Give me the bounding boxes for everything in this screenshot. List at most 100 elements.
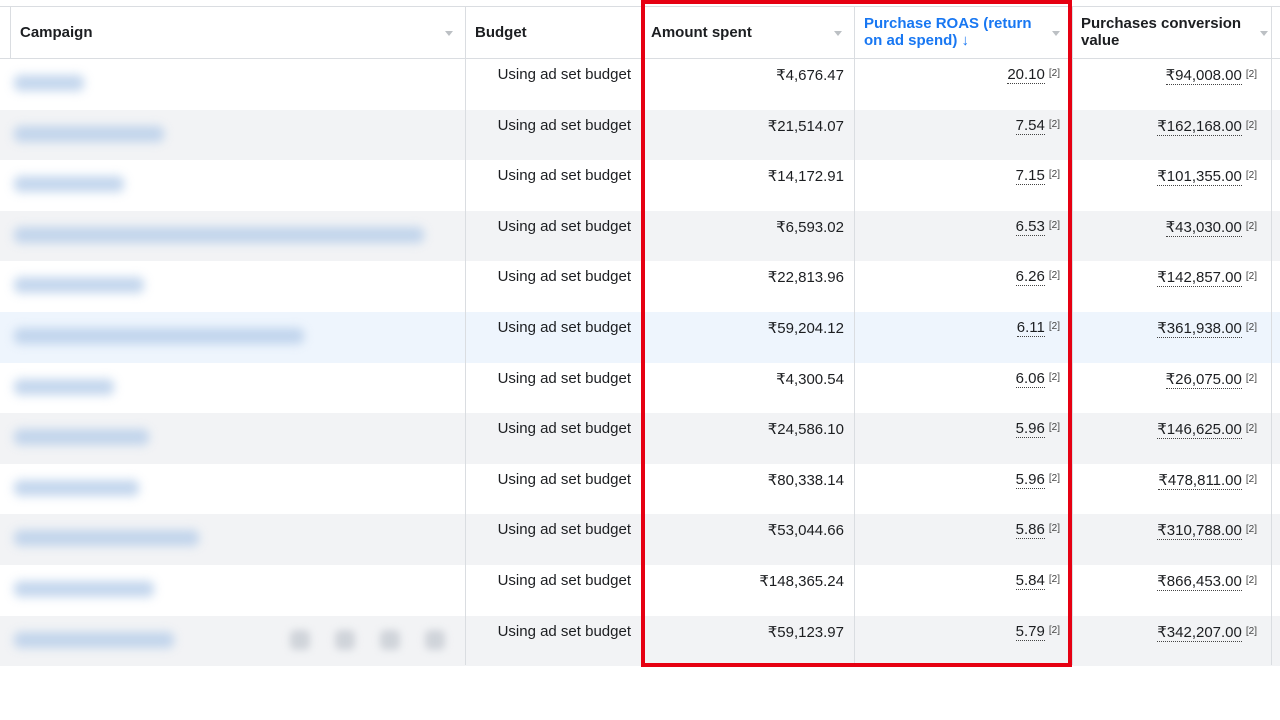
footnote-marker[interactable]: [2] [1049, 270, 1060, 281]
amount-spent-cell: ₹59,204.12 [767, 319, 844, 337]
campaign-name-redacted[interactable] [14, 277, 144, 294]
table-row[interactable]: Using ad set budget ₹59,204.12 6.11 [2] ₹361… [0, 311, 1280, 363]
amount-spent-cell: ₹22,813.96 [767, 269, 844, 287]
budget-cell: Using ad set budget [497, 470, 631, 488]
footnote-marker[interactable]: [2] [1246, 170, 1257, 181]
campaign-name-redacted[interactable] [14, 631, 174, 648]
footnote-marker[interactable]: [2] [1246, 373, 1257, 384]
table-row[interactable]: Using ad set budget ₹59,123.97 5.79 [2] ₹342… [0, 615, 1280, 667]
conversion-value[interactable]: ₹26,075.00 [1165, 370, 1242, 389]
footnote-marker[interactable]: [2] [1049, 473, 1060, 484]
campaign-name-redacted[interactable] [14, 327, 304, 344]
conversion-value[interactable]: ₹146,625.00 [1157, 421, 1242, 440]
row-action-icon[interactable] [425, 629, 445, 650]
table-row[interactable]: Using ad set budget ₹53,044.66 5.86 [2] ₹310… [0, 514, 1280, 565]
roas-value[interactable]: 5.96 [1015, 420, 1045, 439]
roas-value[interactable]: 6.26 [1015, 268, 1045, 287]
purchase-roas-cell: 6.53 [2] [854, 211, 1072, 261]
footnote-marker[interactable]: [2] [1049, 220, 1060, 231]
conversion-value[interactable]: ₹342,207.00 [1157, 623, 1242, 642]
column-header-campaign[interactable]: Campaign [10, 7, 465, 58]
roas-value[interactable]: 5.79 [1015, 622, 1045, 641]
roas-value[interactable]: 5.96 [1015, 470, 1045, 489]
footnote-marker[interactable]: [2] [1246, 626, 1257, 637]
row-action-icon[interactable] [290, 629, 310, 650]
table-body: Using ad set budget ₹4,676.47 20.10 [2] ₹94,… [0, 59, 1280, 667]
sort-caret-icon[interactable] [834, 31, 842, 36]
column-header-amount-spent[interactable]: Amount spent [641, 7, 854, 58]
footnote-marker[interactable]: [2] [1049, 119, 1060, 130]
footnote-marker[interactable]: [2] [1049, 625, 1060, 636]
roas-value[interactable]: 6.53 [1015, 217, 1045, 236]
conversion-value[interactable]: ₹162,168.00 [1157, 117, 1242, 136]
footnote-marker[interactable]: [2] [1246, 322, 1257, 333]
footnote-marker[interactable]: [2] [1246, 69, 1257, 80]
purchases-conversion-value-cell: ₹342,207.00 [2] [1072, 616, 1271, 666]
conversion-value[interactable]: ₹310,788.00 [1157, 522, 1242, 541]
footnote-marker[interactable]: [2] [1049, 574, 1060, 585]
campaign-name-redacted[interactable] [14, 479, 139, 496]
footnote-marker[interactable]: [2] [1049, 169, 1060, 180]
footnote-marker[interactable]: [2] [1246, 120, 1257, 131]
row-action-icon[interactable] [380, 629, 400, 650]
roas-value[interactable]: 7.54 [1015, 116, 1045, 135]
campaign-name-redacted[interactable] [14, 580, 154, 597]
budget-cell: Using ad set budget [497, 217, 631, 235]
roas-value[interactable]: 6.06 [1015, 369, 1045, 388]
table-row[interactable]: Using ad set budget ₹21,514.07 7.54 [2] ₹162… [0, 109, 1280, 161]
column-header-label: Campaign [20, 24, 93, 41]
roas-value[interactable]: 20.10 [1007, 66, 1045, 84]
footnote-marker[interactable]: [2] [1246, 423, 1257, 434]
campaign-name-redacted[interactable] [14, 530, 199, 547]
footnote-marker[interactable]: [2] [1049, 372, 1060, 383]
conversion-value[interactable]: ₹101,355.00 [1157, 168, 1242, 187]
column-header-purchase-roas[interactable]: Purchase ROAS (return on ad spend) ↓ [854, 7, 1072, 58]
footnote-marker[interactable]: [2] [1049, 422, 1060, 433]
roas-value[interactable]: 7.15 [1015, 167, 1045, 186]
campaign-name-redacted[interactable] [14, 226, 424, 243]
table-header: Campaign Budget Amount spent Purchase RO… [0, 6, 1280, 59]
table-row[interactable]: Using ad set budget ₹4,300.54 6.06 [2] ₹26,0… [0, 363, 1280, 414]
purchase-roas-cell: 7.15 [2] [854, 160, 1072, 210]
header-line: Purchases conversion [1081, 15, 1242, 32]
column-header-purchases-conversion-value[interactable]: Purchases conversion value [1072, 7, 1280, 58]
footnote-marker[interactable]: [2] [1246, 474, 1257, 485]
table-row[interactable]: Using ad set budget ₹22,813.96 6.26 [2] ₹142… [0, 261, 1280, 312]
footnote-marker[interactable]: [2] [1246, 271, 1257, 282]
table-row[interactable]: Using ad set budget ₹80,338.14 5.96 [2] ₹478… [0, 464, 1280, 515]
table-row[interactable]: Using ad set budget ₹24,586.10 5.96 [2] ₹146… [0, 413, 1280, 464]
campaign-name-redacted[interactable] [14, 378, 114, 395]
footnote-marker[interactable]: [2] [1049, 68, 1060, 79]
roas-value[interactable]: 5.84 [1015, 571, 1045, 590]
conversion-value[interactable]: ₹478,811.00 [1158, 471, 1242, 490]
table-row[interactable]: Using ad set budget ₹148,365.24 5.84 [2] ₹86… [0, 565, 1280, 616]
conversion-value[interactable]: ₹94,008.00 [1165, 67, 1242, 85]
column-header-budget[interactable]: Budget [465, 7, 641, 58]
table-row[interactable]: Using ad set budget ₹14,172.91 7.15 [2] ₹101… [0, 160, 1280, 211]
campaign-name-redacted[interactable] [14, 176, 124, 193]
conversion-value[interactable]: ₹43,030.00 [1165, 218, 1242, 237]
footnote-marker[interactable]: [2] [1049, 321, 1060, 332]
footnote-marker[interactable]: [2] [1049, 523, 1060, 534]
roas-value[interactable]: 5.86 [1015, 521, 1045, 540]
sort-caret-icon[interactable] [445, 31, 453, 36]
sort-caret-icon[interactable] [1052, 31, 1060, 36]
roas-value[interactable]: 6.11 [1016, 318, 1045, 337]
conversion-value[interactable]: ₹361,938.00 [1157, 319, 1242, 338]
sort-caret-icon[interactable] [1260, 31, 1268, 36]
table-row[interactable]: Using ad set budget ₹4,676.47 20.10 [2] ₹94,… [0, 59, 1280, 110]
purchases-conversion-value-cell: ₹26,075.00 [2] [1072, 363, 1271, 413]
campaign-name-redacted[interactable] [14, 429, 149, 446]
conversion-value[interactable]: ₹866,453.00 [1157, 572, 1242, 591]
row-action-icon[interactable] [335, 629, 355, 650]
column-header-label: Purchase ROAS (return on ad spend) ↓ [864, 15, 1032, 49]
purchases-conversion-value-cell: ₹361,938.00 [2] [1072, 312, 1271, 362]
conversion-value[interactable]: ₹142,857.00 [1157, 269, 1242, 288]
footnote-marker[interactable]: [2] [1246, 524, 1257, 535]
footnote-marker[interactable]: [2] [1246, 575, 1257, 586]
campaign-name-redacted[interactable] [14, 75, 84, 91]
campaign-table: Campaign Budget Amount spent Purchase RO… [0, 6, 1280, 667]
campaign-name-redacted[interactable] [14, 125, 164, 142]
table-row[interactable]: Using ad set budget ₹6,593.02 6.53 [2] ₹43,0… [0, 210, 1280, 262]
footnote-marker[interactable]: [2] [1246, 221, 1257, 232]
